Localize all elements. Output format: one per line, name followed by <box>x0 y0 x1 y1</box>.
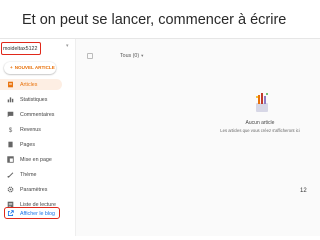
sidebar-item-statistiques[interactable]: Statistiques <box>0 94 76 105</box>
view-blog-highlight-box <box>4 207 60 219</box>
chart-icon <box>6 96 14 104</box>
sidebar: moideltax5122 ▾ + NOUVEL ARTICLE Articles… <box>0 39 76 236</box>
sidebar-item-label: Paramètres <box>20 186 48 193</box>
filter-label: Tous (0) <box>120 53 140 59</box>
select-all-checkbox[interactable] <box>87 53 93 59</box>
sidebar-item-label: Thème <box>20 171 37 178</box>
sidebar-item-label: Revenus <box>20 126 41 133</box>
sidebar-item-pages[interactable]: Pages <box>0 139 76 150</box>
sidebar-item-label: Statistiques <box>20 96 48 103</box>
comment-icon <box>6 111 14 119</box>
gear-icon <box>6 186 14 194</box>
empty-state-subtitle: Les articles que vous créez s'afficheron… <box>220 128 300 133</box>
post-filter-dropdown[interactable]: Tous (0) ▾ <box>120 53 143 59</box>
sidebar-item-commentaires[interactable]: Commentaires <box>0 109 76 120</box>
sidebar-item-label: Mise en page <box>20 156 52 163</box>
new-post-label: NOUVEL ARTICLE <box>14 65 55 70</box>
slide-title: Et on peut se lancer, commencer à écrire <box>22 12 287 28</box>
sidebar-item-revenus[interactable]: $ Revenus <box>0 124 76 135</box>
sidebar-item-label: Pages <box>20 141 36 148</box>
sidebar-item-articles[interactable]: Articles <box>0 79 62 90</box>
sidebar-item-parametres[interactable]: Paramètres <box>0 184 76 195</box>
empty-state-illustration <box>256 93 268 112</box>
page-icon <box>6 141 14 149</box>
dollar-icon: $ <box>6 126 14 134</box>
plus-icon: + <box>10 65 13 70</box>
new-post-button[interactable]: + NOUVEL ARTICLE <box>4 62 56 74</box>
chevron-down-icon[interactable]: ▾ <box>66 43 69 49</box>
sidebar-item-mise-en-page[interactable]: Mise en page <box>0 154 76 165</box>
blogger-screenshot: moideltax5122 ▾ + NOUVEL ARTICLE Articles… <box>0 38 320 236</box>
chevron-down-icon: ▾ <box>141 53 144 58</box>
sidebar-item-label: Commentaires <box>20 111 55 118</box>
layout-icon <box>6 156 14 164</box>
empty-state-title: Aucun article <box>245 120 275 126</box>
palette-icon <box>6 171 14 179</box>
slide-number: 12 <box>300 188 307 194</box>
document-icon <box>6 81 14 89</box>
sidebar-item-theme[interactable]: Thème <box>0 169 76 180</box>
svg-text:$: $ <box>8 127 12 133</box>
sidebar-item-label: Articles <box>20 81 38 88</box>
blog-name-highlight-box <box>1 42 41 55</box>
